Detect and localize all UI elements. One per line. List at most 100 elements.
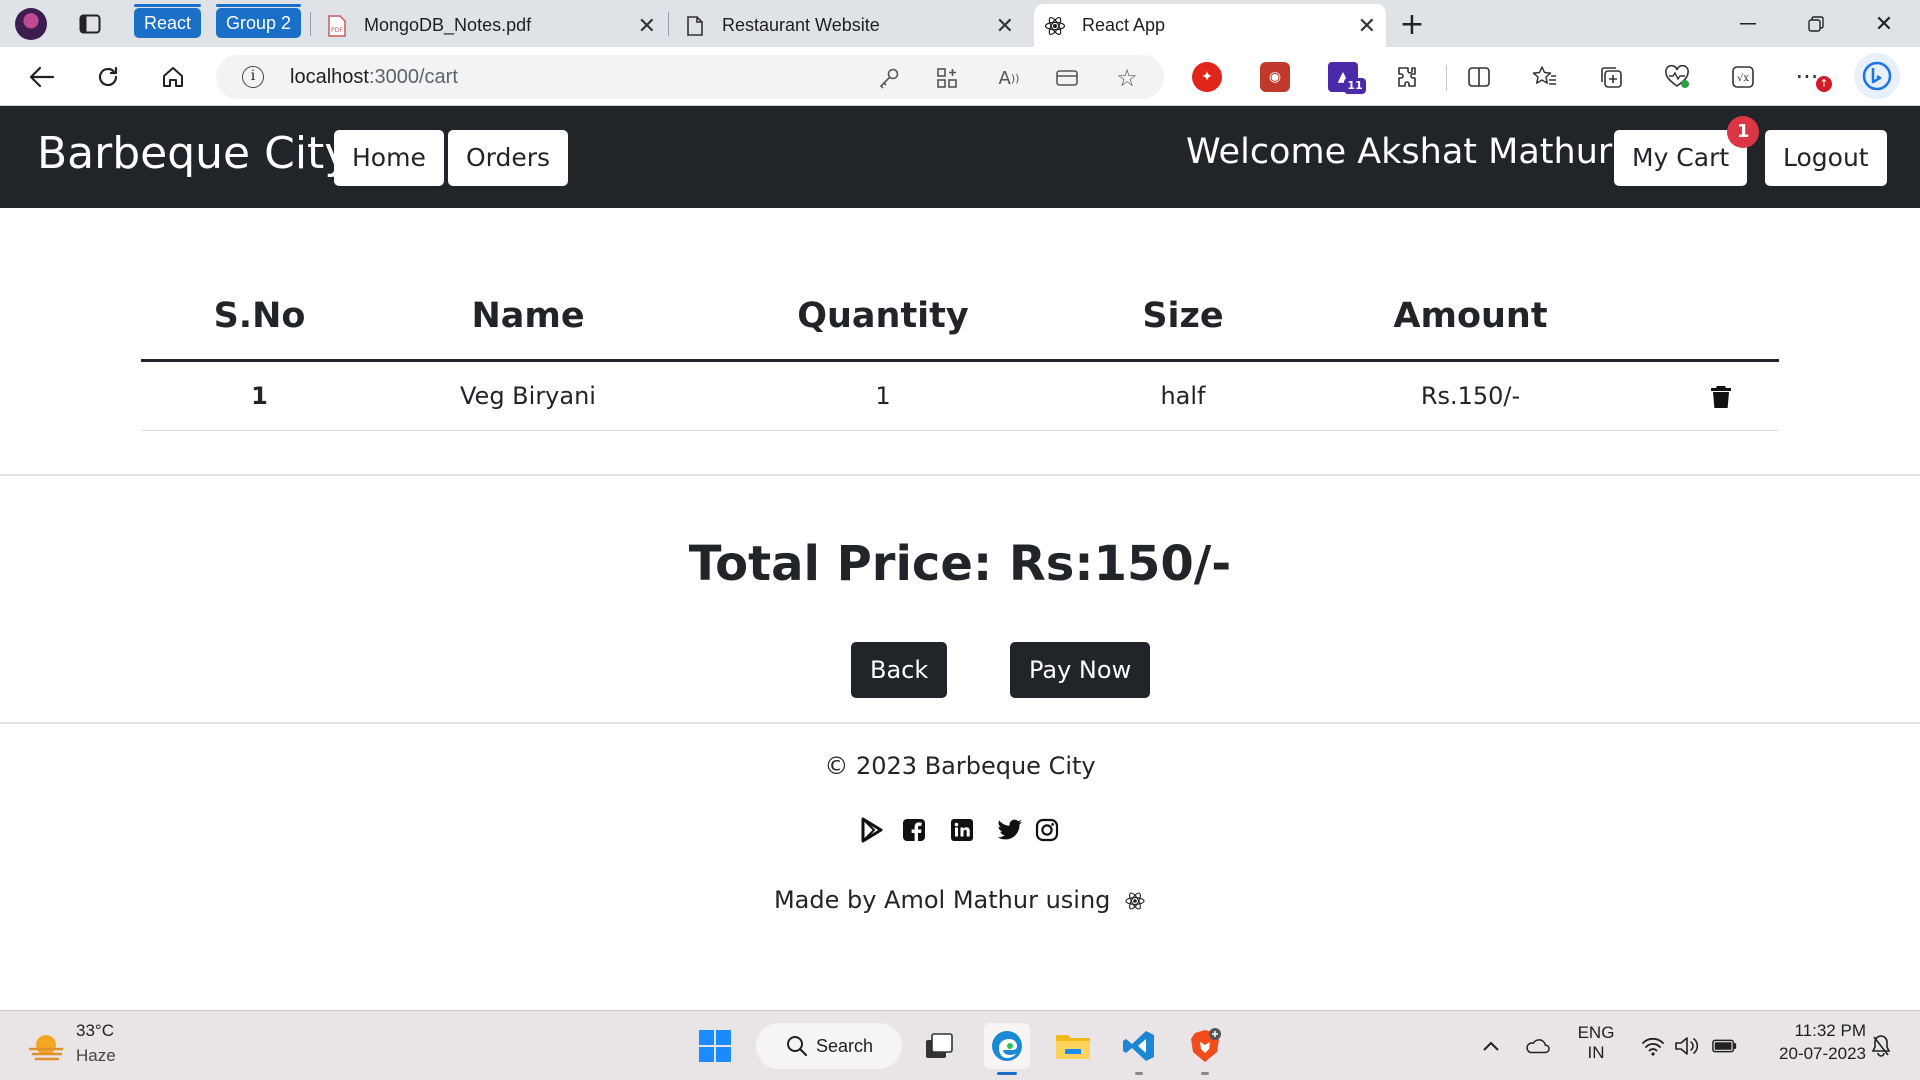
react-logo-icon <box>1124 890 1146 912</box>
tab-react-app[interactable]: React App ✕ <box>1034 4 1386 47</box>
total-price: Total Price: Rs:150/- <box>688 536 1232 592</box>
battery-icon[interactable] <box>1712 1033 1738 1059</box>
cart-table: S.No Name Quantity Size Amount 1 Veg Bir… <box>141 290 1779 431</box>
favorites-icon[interactable] <box>1528 60 1562 94</box>
onedrive-cloud-icon[interactable] <box>1524 1033 1550 1059</box>
tab-group-react[interactable]: React <box>134 4 202 38</box>
read-aloud-icon[interactable]: A)) <box>996 65 1022 91</box>
app-available-icon[interactable] <box>934 65 960 91</box>
favorite-star-icon[interactable]: ☆ <box>1114 64 1140 92</box>
cell-quantity: 1 <box>678 360 1088 431</box>
key-icon[interactable] <box>876 65 902 91</box>
running-indicator <box>1135 1072 1143 1075</box>
back-button[interactable]: Back <box>851 642 948 698</box>
extension-badge: 11 <box>1344 78 1366 94</box>
close-icon[interactable]: ✕ <box>996 13 1014 39</box>
restore-icon[interactable] <box>1796 8 1836 40</box>
file-explorer-icon[interactable] <box>1050 1023 1096 1069</box>
cell-name: Veg Biryani <box>378 360 678 431</box>
tab-actions-icon[interactable] <box>74 8 106 40</box>
close-window-icon[interactable]: ✕ <box>1864 8 1904 40</box>
extensions-puzzle-icon[interactable] <box>1390 60 1424 94</box>
trash-icon[interactable] <box>1710 385 1732 409</box>
taskbar-search[interactable]: Search <box>756 1023 902 1069</box>
back-arrow-icon[interactable] <box>25 60 59 94</box>
tab-mongodb-notes[interactable]: PDF MongoDB_Notes.pdf ✕ <box>326 4 666 47</box>
wifi-icon[interactable] <box>1640 1033 1666 1059</box>
wallet-icon[interactable] <box>1054 65 1080 91</box>
header-sno: S.No <box>141 290 378 362</box>
extension-screen-icon[interactable]: ◉ <box>1260 62 1290 92</box>
show-hidden-icons-chevron-icon[interactable] <box>1478 1033 1504 1059</box>
volume-icon[interactable] <box>1674 1033 1700 1059</box>
extension-red-icon[interactable]: ✦ <box>1192 62 1222 92</box>
new-tab-button[interactable]: + <box>1392 7 1432 42</box>
language-indicator[interactable]: ENG IN <box>1574 1023 1618 1063</box>
header-size: Size <box>1088 290 1278 362</box>
bing-chat-icon[interactable] <box>1854 53 1900 99</box>
page-icon <box>684 15 706 37</box>
orders-nav-button[interactable]: Orders <box>448 130 569 186</box>
app-navbar: Barbeque City Home Orders Welcome Akshat… <box>0 106 1920 208</box>
notifications-icon[interactable] <box>1868 1033 1894 1059</box>
instagram-icon[interactable] <box>1033 816 1061 844</box>
extension-school-icon[interactable]: ▲ 11 <box>1328 62 1366 94</box>
cell-size: half <box>1088 360 1278 431</box>
svg-text:√x: √x <box>1737 73 1749 84</box>
clock[interactable]: 11:32 PM 20-07-2023 <box>1756 1021 1866 1064</box>
update-badge-icon: ↑ <box>1816 76 1832 92</box>
react-icon <box>1044 15 1066 37</box>
footer-copyright: © 2023 Barbeque City <box>824 752 1096 780</box>
task-view-icon[interactable] <box>916 1023 962 1069</box>
running-indicator <box>1201 1072 1209 1075</box>
more-options-icon[interactable]: ··· ↑ <box>1790 60 1832 94</box>
edge-taskbar-icon[interactable] <box>984 1023 1030 1075</box>
cell-sno: 1 <box>141 360 378 431</box>
vscode-icon[interactable] <box>1116 1023 1162 1075</box>
address-bar[interactable]: i localhost:3000/cart A)) ☆ <box>216 55 1164 99</box>
home-nav-button[interactable]: Home <box>334 130 444 186</box>
made-by-text: Made by Amol Mathur using <box>0 886 1920 914</box>
cart-count-badge: 1 <box>1727 116 1760 148</box>
profile-avatar[interactable] <box>15 8 47 40</box>
brave-icon[interactable] <box>1182 1023 1228 1075</box>
my-cart-button[interactable]: My Cart 1 <box>1614 116 1760 186</box>
logout-button[interactable]: Logout <box>1765 130 1887 186</box>
linkedin-icon[interactable] <box>948 816 976 844</box>
weather-temperature: 33°C <box>76 1021 114 1040</box>
windows-start-icon[interactable] <box>692 1023 738 1069</box>
close-icon[interactable]: ✕ <box>638 13 656 39</box>
cart-label: My Cart <box>1632 143 1730 172</box>
url-text: localhost:3000/cart <box>290 66 458 88</box>
facebook-icon[interactable] <box>900 816 928 844</box>
refresh-icon[interactable] <box>91 60 125 94</box>
browser-tab-strip: React Group 2 PDF MongoDB_Notes.pdf ✕ Re… <box>0 0 1920 47</box>
svg-text:PDF: PDF <box>331 27 343 34</box>
windows-taskbar: 33°C Haze Search ENG IN 11:32 PM 20-07-2… <box>0 1010 1920 1080</box>
tab-restaurant-website[interactable]: Restaurant Website ✕ <box>684 4 1024 47</box>
tab-separator <box>310 12 311 36</box>
site-info-icon[interactable]: i <box>242 66 264 88</box>
pay-now-button[interactable]: Pay Now <box>1010 642 1151 698</box>
active-indicator <box>997 1072 1017 1075</box>
search-icon <box>786 1023 808 1069</box>
twitter-icon[interactable] <box>996 816 1024 844</box>
browser-essentials-icon[interactable] <box>1660 60 1694 94</box>
collections-icon[interactable] <box>1594 60 1628 94</box>
tab-group-2[interactable]: Group 2 <box>216 4 302 38</box>
section-divider <box>0 474 1920 476</box>
brand-logo[interactable]: Barbeque City <box>37 128 350 179</box>
play-store-icon[interactable] <box>858 816 886 844</box>
toolbar-divider <box>1446 65 1447 91</box>
weather-description: Haze <box>76 1046 116 1065</box>
close-icon[interactable]: ✕ <box>1358 13 1376 39</box>
tab-title: Restaurant Website <box>722 15 880 35</box>
split-screen-icon[interactable] <box>1462 60 1496 94</box>
home-icon[interactable] <box>156 60 190 94</box>
clock-time: 11:32 PM <box>1794 1021 1866 1040</box>
weather-haze-icon[interactable] <box>26 1027 66 1067</box>
math-solver-icon[interactable]: √x <box>1726 60 1760 94</box>
minimize-icon[interactable] <box>1728 8 1768 40</box>
cell-delete <box>1663 360 1779 431</box>
header-name: Name <box>378 290 678 362</box>
